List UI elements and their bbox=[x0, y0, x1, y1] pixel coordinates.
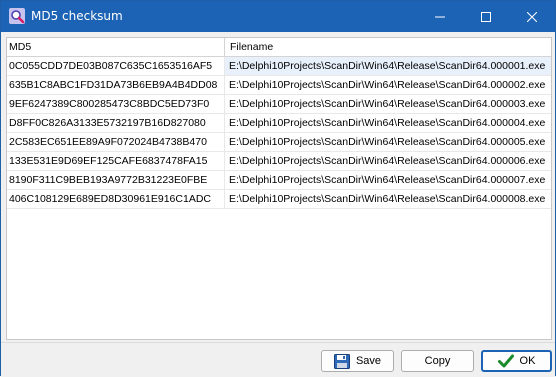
table-row[interactable]: 2C583EC651EE89A9F072024B4738B470 E:\Delp… bbox=[7, 133, 551, 152]
filename-cell: E:\Delphi10Projects\ScanDir\Win64\Releas… bbox=[225, 133, 551, 152]
close-button[interactable] bbox=[509, 1, 555, 32]
table-row[interactable]: 406C108129E689ED8D30961E916C1ADC E:\Delp… bbox=[7, 190, 551, 209]
save-button-label: Save bbox=[355, 355, 382, 367]
grid-header: MD5 Filename bbox=[7, 38, 551, 57]
md5-cell: 8190F311C9BEB193A9772B31223E0FBE bbox=[7, 171, 225, 190]
table-row[interactable]: D8FF0C826A3133E5732197B16D827080 E:\Delp… bbox=[7, 114, 551, 133]
maximize-icon bbox=[481, 11, 491, 22]
copy-button-label: Copy bbox=[424, 355, 451, 367]
table-row[interactable]: 635B1C8ABC1FD31DA73B6EB9A4B4DD08 E:\Delp… bbox=[7, 76, 551, 95]
title-bar[interactable]: MD5 checksum bbox=[1, 1, 555, 32]
ok-button-label: OK bbox=[519, 355, 536, 367]
md5-cell: 0C055CDD7DE03B087C635C1653516AF5 bbox=[7, 57, 225, 76]
md5-cell: 133E531E9D69EF125CAFE6837478FA15 bbox=[7, 152, 225, 171]
md5-cell: 2C583EC651EE89A9F072024B4738B470 bbox=[7, 133, 225, 152]
filename-cell: E:\Delphi10Projects\ScanDir\Win64\Releas… bbox=[225, 95, 551, 114]
md5-cell: 9EF6247389C800285473C8BDC5ED73F0 bbox=[7, 95, 225, 114]
save-button[interactable]: Save bbox=[321, 350, 394, 372]
search-app-icon bbox=[9, 8, 25, 24]
table-row[interactable]: 133E531E9D69EF125CAFE6837478FA15 E:\Delp… bbox=[7, 152, 551, 171]
filename-cell: E:\Delphi10Projects\ScanDir\Win64\Releas… bbox=[225, 190, 551, 209]
check-icon bbox=[497, 354, 514, 368]
table-row[interactable]: 8190F311C9BEB193A9772B31223E0FBE E:\Delp… bbox=[7, 171, 551, 190]
filename-cell: E:\Delphi10Projects\ScanDir\Win64\Releas… bbox=[225, 114, 551, 133]
minimize-button[interactable] bbox=[417, 1, 463, 32]
copy-button[interactable]: Copy bbox=[401, 350, 474, 372]
window-title: MD5 checksum bbox=[31, 9, 123, 23]
minimize-icon bbox=[435, 16, 445, 17]
filename-cell: E:\Delphi10Projects\ScanDir\Win64\Releas… bbox=[225, 76, 551, 95]
column-header-md5[interactable]: MD5 bbox=[7, 38, 225, 56]
button-bar: Save Copy OK bbox=[1, 342, 555, 377]
close-icon bbox=[527, 11, 537, 22]
md5-cell: 635B1C8ABC1FD31DA73B6EB9A4B4DD08 bbox=[7, 76, 225, 95]
filename-cell: E:\Delphi10Projects\ScanDir\Win64\Releas… bbox=[225, 171, 551, 190]
ok-button[interactable]: OK bbox=[481, 350, 552, 372]
floppy-disk-icon bbox=[333, 353, 350, 369]
checksum-grid[interactable]: MD5 Filename 0C055CDD7DE03B087C635C16535… bbox=[6, 37, 552, 340]
maximize-button[interactable] bbox=[463, 1, 509, 32]
column-header-filename[interactable]: Filename bbox=[225, 38, 551, 56]
md5-checksum-dialog: MD5 checksum MD5 Filename 0C055CDD7DE03B… bbox=[0, 0, 556, 377]
table-row[interactable]: 9EF6247389C800285473C8BDC5ED73F0 E:\Delp… bbox=[7, 95, 551, 114]
md5-cell: D8FF0C826A3133E5732197B16D827080 bbox=[7, 114, 225, 133]
filename-cell: E:\Delphi10Projects\ScanDir\Win64\Releas… bbox=[225, 57, 551, 76]
table-row[interactable]: 0C055CDD7DE03B087C635C1653516AF5 E:\Delp… bbox=[7, 57, 551, 76]
md5-cell: 406C108129E689ED8D30961E916C1ADC bbox=[7, 190, 225, 209]
filename-cell: E:\Delphi10Projects\ScanDir\Win64\Releas… bbox=[225, 152, 551, 171]
